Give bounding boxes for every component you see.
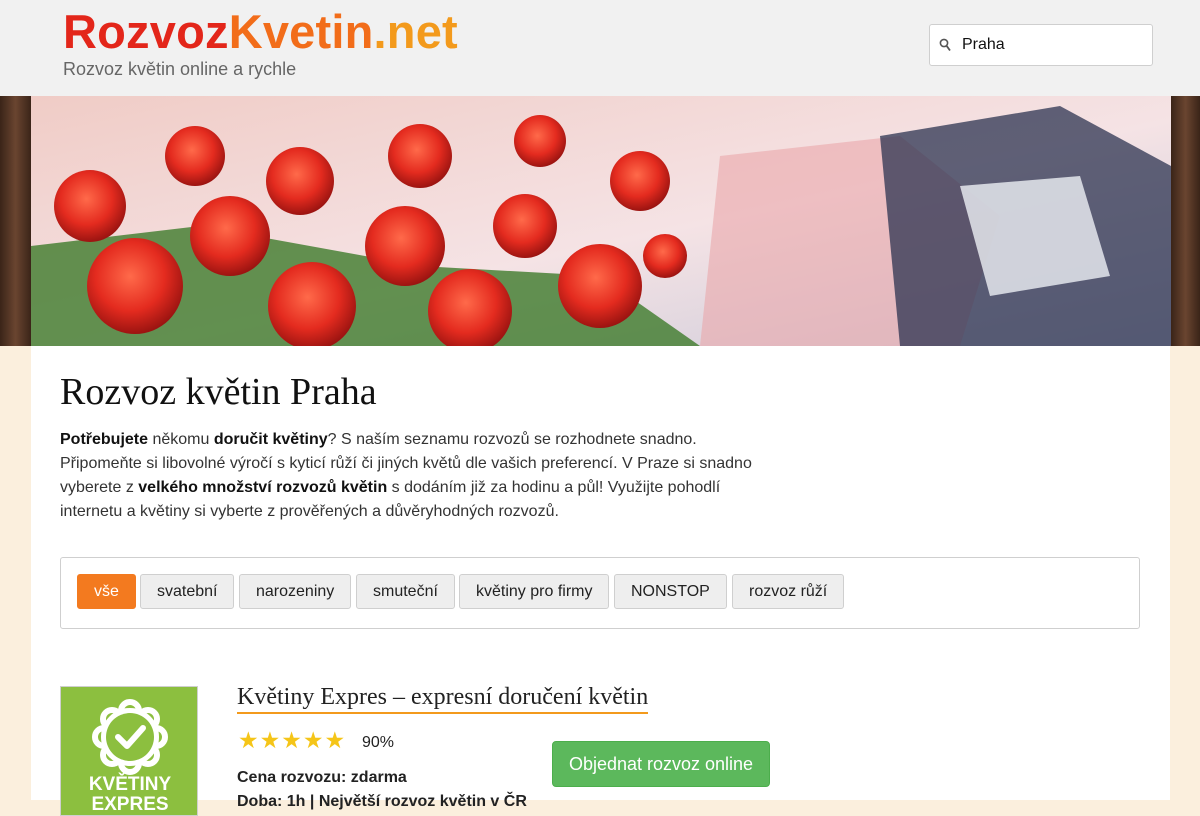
filter-svatebni[interactable]: svatební — [140, 574, 235, 609]
search-box[interactable] — [929, 24, 1153, 66]
intro-bold-1: Potřebujete — [60, 431, 149, 448]
intro-paragraph: Potřebujete někomu doručit květiny? S na… — [60, 428, 780, 524]
site-tagline: Rozvoz květin online a rychle — [63, 59, 297, 79]
search-input[interactable] — [962, 25, 1148, 65]
delivery-price: Cena rozvozu: zdarma — [237, 769, 407, 786]
filter-rozvoz-ruzi[interactable]: rozvoz růží — [732, 574, 845, 609]
main-content: Rozvoz květin Praha Potřebujete někomu d… — [31, 346, 1170, 816]
rating-stars: ★★★★★ — [238, 727, 347, 753]
site-logo[interactable]: RozvozKvetin.net — [63, 6, 458, 58]
logo-text-expres: EXPRES — [91, 794, 168, 815]
order-online-button[interactable]: Objednat rozvoz online — [552, 741, 770, 787]
filter-kvetiny-pro-firmy[interactable]: květiny pro firmy — [459, 574, 610, 609]
delivery-time: Doba: 1h | Největší rozvoz květin v ČR — [237, 793, 527, 810]
logo-text-kvetiny: KVĚTINY — [89, 773, 172, 795]
page-title: Rozvoz květin Praha — [60, 371, 377, 413]
hero-image-roses — [0, 96, 1200, 346]
site-header: RozvozKvetin.net Rozvoz květin online a … — [0, 0, 1200, 96]
intro-bold-2: doručit květiny — [213, 431, 328, 448]
intro-text-1: někomu — [148, 431, 214, 448]
filter-nonstop[interactable]: NONSTOP — [614, 574, 727, 609]
filter-smutecni[interactable]: smuteční — [356, 574, 455, 609]
logo-part-net: .net — [373, 5, 458, 58]
rating-percent: 90% — [362, 734, 395, 751]
search-icon — [939, 38, 951, 52]
listing-logo-kvetiny-expres[interactable]: KVĚTINY EXPRES — [60, 686, 198, 816]
intro-bold-3: velkého množství rozvozů květin — [138, 479, 388, 496]
category-filter-bar: vše svatební narozeniny smuteční květiny… — [60, 557, 1140, 629]
listing-title-link[interactable]: Květiny Expres – expresní doručení květi… — [237, 682, 649, 714]
logo-part-kvetin: Kvetin — [228, 5, 374, 58]
filter-narozeniny[interactable]: narozeniny — [239, 574, 352, 609]
logo-part-rozvoz: Rozvoz — [63, 5, 229, 58]
filter-vse[interactable]: vše — [77, 574, 136, 609]
